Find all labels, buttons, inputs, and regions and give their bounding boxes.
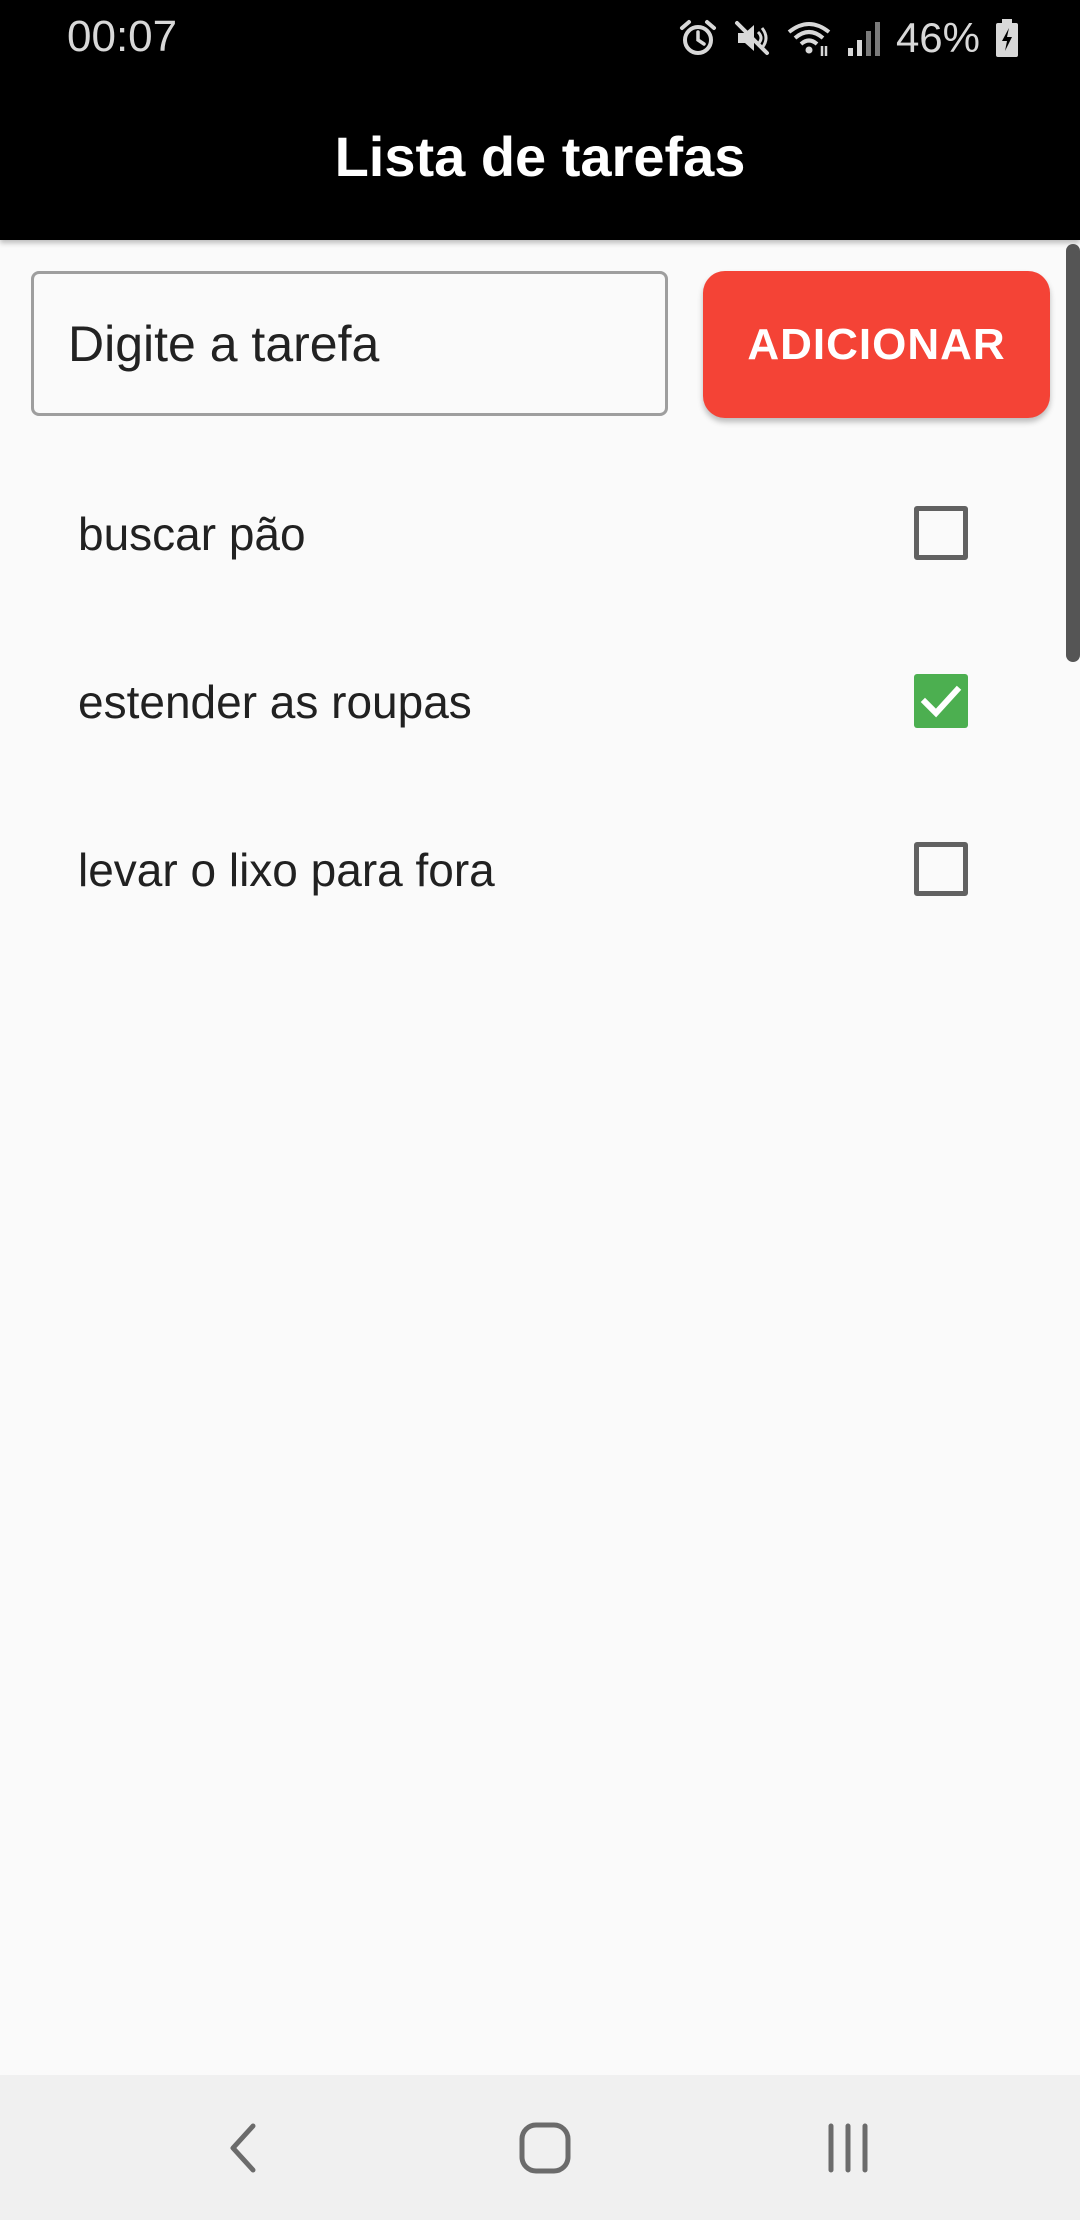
home-button[interactable]: [500, 2103, 590, 2193]
wifi-icon: [786, 18, 832, 58]
task-checkbox[interactable]: [914, 674, 968, 728]
task-item[interactable]: estender as roupas: [0, 618, 1080, 786]
task-label: buscar pão: [78, 508, 306, 560]
battery-percent: 46%: [895, 14, 980, 61]
task-input[interactable]: [31, 271, 668, 416]
task-label: estender as roupas: [78, 676, 472, 728]
alarm-icon: [678, 18, 718, 58]
screen: 00:07 46% Lista de tarefas Digite a tare…: [0, 0, 1080, 2220]
task-list: buscar pão estender as roupas levar o li…: [0, 450, 1080, 954]
task-item[interactable]: buscar pão: [0, 450, 1080, 618]
signal-icon: [846, 18, 882, 58]
add-task-button[interactable]: ADICIONAR: [703, 271, 1050, 418]
app-bar: Lista de tarefas: [0, 75, 1080, 240]
task-checkbox[interactable]: [914, 506, 968, 560]
recents-button[interactable]: [803, 2103, 893, 2193]
task-label: levar o lixo para fora: [78, 844, 495, 896]
navigation-bar: [0, 2075, 1080, 2220]
status-icons: 46%: [678, 14, 1020, 62]
status-bar: 00:07 46%: [0, 0, 1080, 75]
home-icon: [519, 2122, 571, 2174]
recents-icon: [828, 2123, 868, 2173]
battery-charging-icon: [994, 18, 1020, 58]
task-checkbox[interactable]: [914, 842, 968, 896]
scrollbar-thumb[interactable]: [1066, 244, 1080, 662]
status-time: 00:07: [67, 12, 178, 61]
mute-icon: [732, 18, 772, 58]
back-button[interactable]: [198, 2103, 288, 2193]
task-item[interactable]: levar o lixo para fora: [0, 786, 1080, 954]
back-icon: [230, 2123, 256, 2173]
checkmark-icon: [920, 685, 962, 718]
page-title: Lista de tarefas: [334, 125, 746, 188]
